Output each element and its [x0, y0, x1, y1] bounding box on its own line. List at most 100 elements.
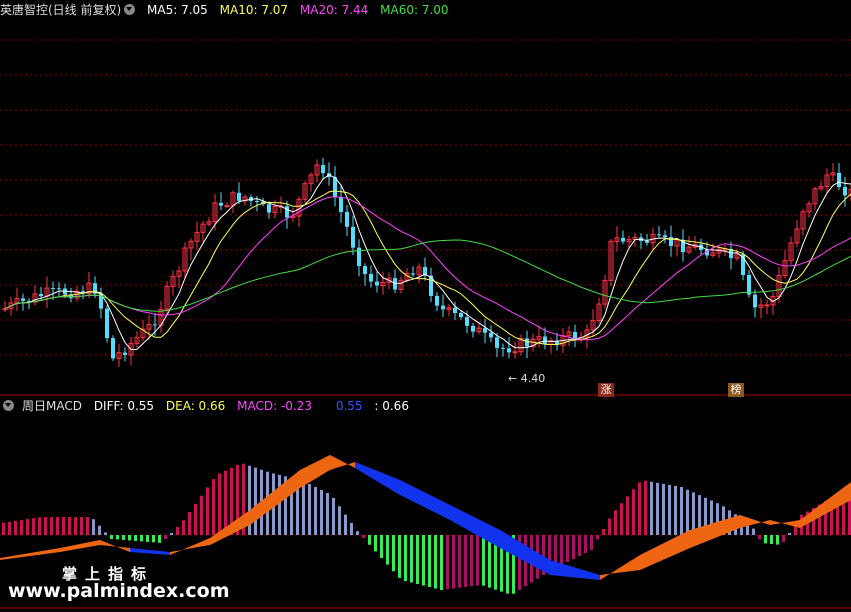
- macd-histogram-bar: [200, 495, 203, 535]
- candle-body: [764, 304, 770, 307]
- macd-band-segment: [60, 540, 100, 552]
- candle-body: [267, 204, 271, 213]
- macd-histogram-bar: [38, 517, 41, 535]
- candle-body: [39, 293, 43, 297]
- macd-histogram-bar: [62, 517, 65, 535]
- macd-histogram-bar: [20, 520, 23, 535]
- macd-histogram-bar: [644, 480, 647, 535]
- candle-body: [111, 338, 115, 359]
- candle-body: [21, 298, 25, 301]
- macd-histogram-bar: [608, 518, 611, 535]
- macd-histogram-bar: [386, 535, 389, 565]
- macd-histogram-bar: [446, 535, 449, 590]
- macd-band-segment: [550, 560, 600, 580]
- candle-body: [453, 307, 457, 314]
- macd-histogram-bar: [80, 517, 83, 535]
- macd-histogram-bar: [320, 490, 323, 535]
- macd-band-segment: [690, 515, 740, 548]
- macd-histogram-bar: [338, 506, 341, 535]
- candle-body: [495, 337, 499, 348]
- macd-histogram-bar: [278, 474, 281, 535]
- macd-histogram-bar: [578, 535, 581, 556]
- candle-body: [512, 351, 518, 354]
- price-chart[interactable]: [0, 0, 851, 612]
- macd-histogram-bar: [74, 517, 77, 535]
- macd-histogram-bar: [590, 535, 593, 550]
- macd-histogram-bar: [668, 484, 671, 535]
- macd-histogram-bar: [32, 518, 35, 535]
- macd-histogram-bar: [476, 535, 479, 586]
- candle-body: [2, 308, 8, 311]
- macd-histogram-bar: [146, 535, 149, 542]
- macd-histogram-bar: [44, 517, 47, 535]
- macd-histogram-bar: [470, 535, 473, 587]
- macd-band-segment: [770, 520, 800, 528]
- macd-histogram-bar: [458, 535, 461, 588]
- macd-histogram-bar: [350, 523, 353, 535]
- macd-histogram-bar: [194, 503, 197, 535]
- macd-histogram-bar: [632, 489, 635, 535]
- candle-body: [333, 177, 337, 198]
- macd-histogram-bar: [374, 535, 377, 552]
- macd-band-segment: [640, 530, 690, 570]
- macd-histogram-bar: [410, 535, 413, 583]
- macd-band-segment: [170, 538, 210, 555]
- macd-band-segment: [740, 515, 770, 528]
- macd-histogram-bar: [224, 470, 227, 535]
- macd-band-segment: [355, 462, 400, 495]
- macd-histogram-bar: [404, 535, 407, 581]
- candle-body: [459, 313, 463, 318]
- macd-histogram-bar: [158, 535, 161, 543]
- tag-bang[interactable]: 榜: [728, 383, 744, 397]
- macd-histogram-bar: [164, 535, 167, 539]
- low-price-label: ← 4.40: [508, 372, 546, 385]
- candle-body: [441, 305, 445, 310]
- candle-body: [753, 294, 757, 308]
- candle-body: [483, 328, 487, 333]
- macd-histogram-bar: [392, 535, 395, 572]
- tag-zhang[interactable]: 涨: [598, 383, 614, 397]
- macd-histogram-bar: [452, 535, 455, 589]
- candle-body: [501, 347, 505, 349]
- macd-histogram-bar: [752, 528, 755, 535]
- macd-band-segment: [0, 548, 60, 560]
- macd-histogram-bar: [434, 535, 437, 589]
- ma20-line: [4, 196, 851, 341]
- macd-histogram-bar: [596, 535, 599, 540]
- macd-histogram-bar: [686, 489, 689, 535]
- candle-body: [339, 197, 343, 212]
- macd-histogram-bar: [302, 481, 305, 535]
- macd-histogram-bar: [116, 535, 119, 540]
- macd-histogram-bar: [770, 535, 773, 544]
- macd-band-segment: [450, 505, 500, 548]
- macd-histogram-bar: [170, 533, 173, 535]
- candle-body: [435, 295, 439, 306]
- candle-body: [219, 202, 223, 206]
- candle-body: [123, 352, 127, 355]
- macd-band-segment: [330, 455, 355, 470]
- macd-band-segment: [100, 540, 130, 552]
- macd-histogram-bar: [398, 535, 401, 578]
- macd-histogram-bar: [68, 517, 71, 535]
- macd-histogram-bar: [104, 532, 107, 535]
- macd-histogram-bar: [182, 520, 185, 535]
- macd-histogram-bar: [176, 527, 179, 535]
- candle-body: [657, 234, 661, 236]
- candle-body: [747, 275, 751, 295]
- macd-histogram-bar: [332, 497, 335, 535]
- candle-body: [255, 200, 259, 202]
- macd-band-segment: [400, 480, 450, 520]
- candle-body: [837, 172, 841, 188]
- candle-body: [105, 308, 109, 339]
- macd-histogram-bar: [254, 467, 257, 535]
- candle-body: [351, 226, 355, 248]
- macd-histogram-bar: [584, 535, 587, 553]
- candle-body: [489, 332, 493, 338]
- macd-histogram-bar: [344, 514, 347, 535]
- macd-band-segment: [130, 548, 170, 555]
- macd-histogram-bar: [626, 496, 629, 535]
- candle-body: [285, 206, 289, 218]
- candle-body: [663, 235, 667, 238]
- candle-body: [237, 192, 241, 201]
- candle-body: [51, 288, 55, 290]
